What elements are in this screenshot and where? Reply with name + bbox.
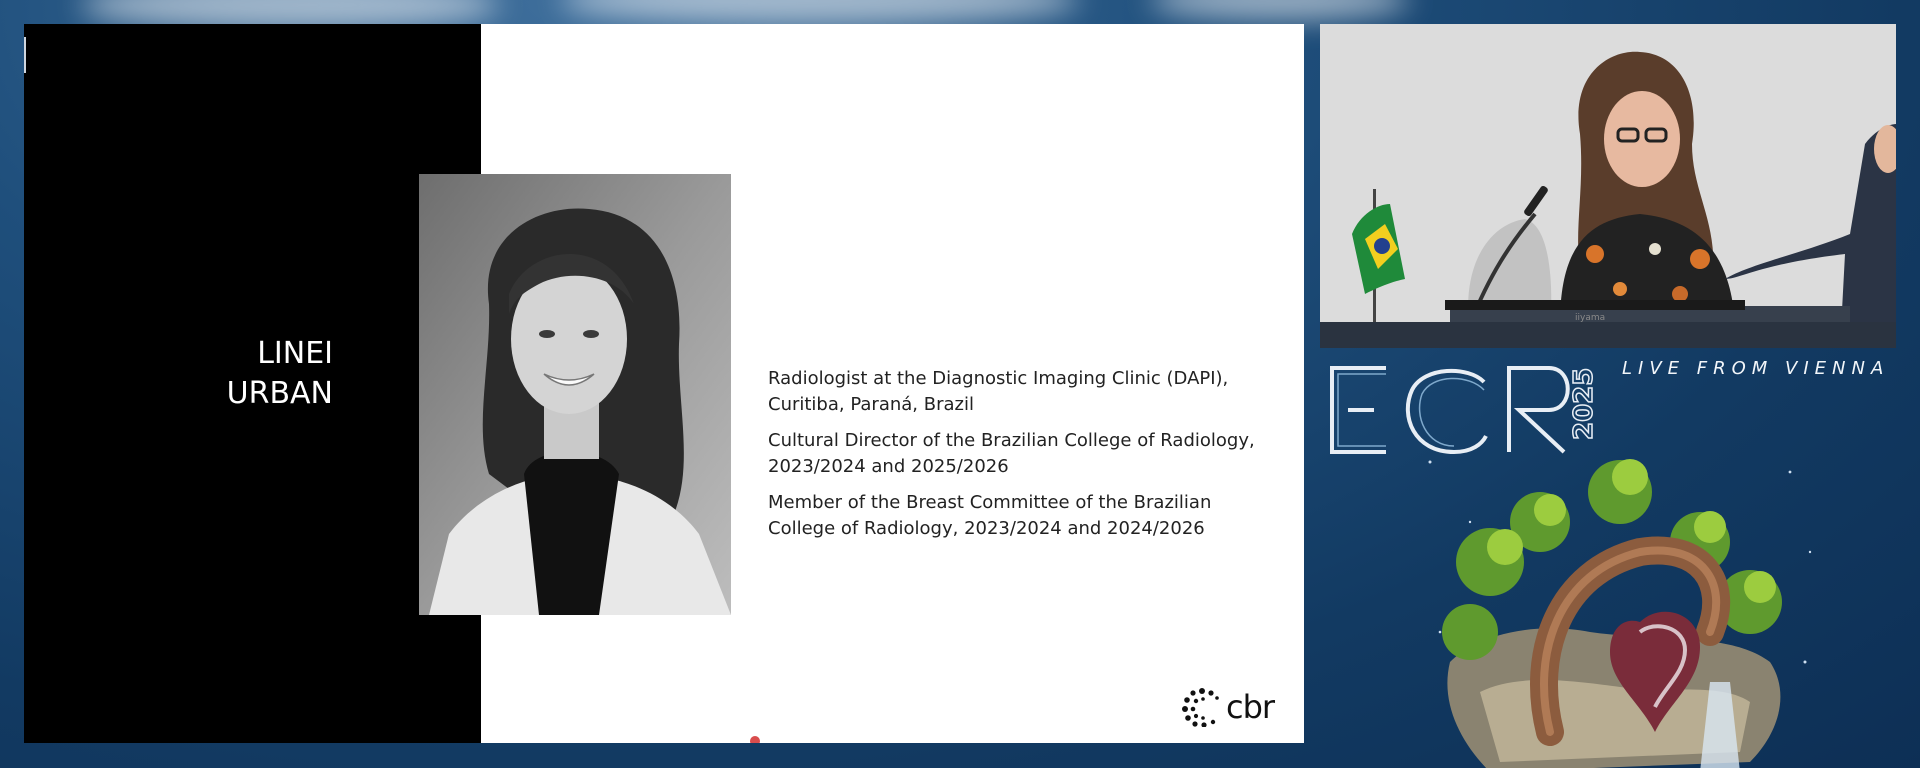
speaker-bio: Radiologist at the Diagnostic Imaging Cl… (768, 366, 1268, 552)
ecr-year: 2025 (1569, 368, 1599, 440)
speaker-last-name: URBAN (226, 376, 333, 411)
bio-line: Cultural Director of the Brazilian Colle… (768, 430, 1255, 477)
globe-illustration (1428, 459, 1812, 768)
bio-line: Member of the Breast Committee of the Br… (768, 492, 1212, 539)
speaker-first-name: LINEI (257, 336, 333, 371)
sky-cloud (560, 0, 1080, 25)
presentation-slide: LINEI URBAN Radiologist at the Diagnosti… (24, 24, 1304, 743)
speaker-video: iiyama (1320, 24, 1896, 348)
bio-line: Radiologist at the Diagnostic Imaging Cl… (768, 368, 1229, 415)
podium-label: iiyama (1575, 313, 1605, 323)
text-cursor (24, 37, 26, 73)
live-from-vienna-text: LIVE FROM VIENNA (1622, 358, 1890, 379)
speaker-portrait (419, 174, 731, 615)
cbr-logo-text: cbr (1226, 688, 1275, 726)
sky-cloud (1150, 0, 1410, 20)
event-branding: 2025 LIVE FROM VIENNA (1320, 352, 1920, 768)
cbr-logo: cbr (1182, 687, 1275, 727)
pointer-dot (750, 736, 760, 743)
speaker-name: LINEI URBAN (133, 334, 333, 414)
cbr-dots-icon (1182, 688, 1219, 727)
